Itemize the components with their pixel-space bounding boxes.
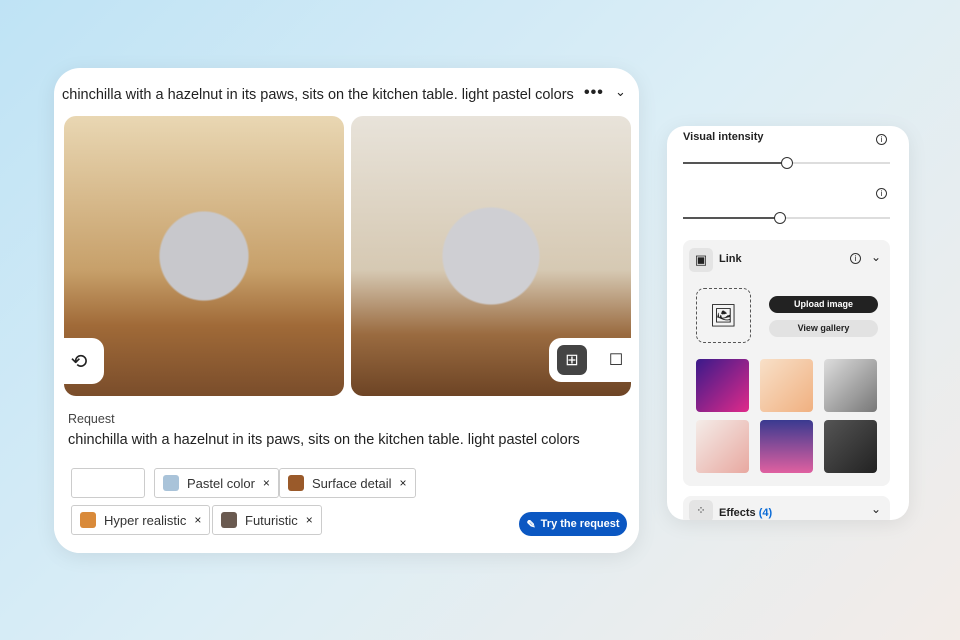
info-icon[interactable]: i (850, 253, 861, 264)
secondary-slider[interactable] (683, 212, 890, 224)
remove-icon[interactable]: × (400, 476, 407, 490)
grid-view-icon[interactable]: ⊞ (557, 345, 587, 375)
single-view-icon[interactable]: ☐ (601, 345, 631, 375)
chevron-down-icon[interactable]: ⌄ (615, 84, 626, 100)
try-request-label: Try the request (540, 518, 620, 530)
link-section: ▣ Link i ⌄ 🖼 Upload image View gallery (683, 240, 890, 486)
gallery-thumbnail[interactable] (760, 420, 813, 473)
generated-image-1[interactable] (64, 116, 344, 396)
tag-label: Pastel color (187, 475, 255, 491)
tag-surface-detail[interactable]: Surface detail × (279, 468, 416, 498)
chevron-down-icon[interactable]: ⌄ (871, 502, 881, 516)
tag-thumbnail (163, 475, 179, 491)
tag-hyper-realistic[interactable]: Hyper realistic × (71, 505, 211, 535)
gallery-thumbnail[interactable] (696, 359, 749, 412)
tag-pastel-color[interactable]: Pastel color × (154, 468, 279, 498)
gallery-thumbnail[interactable] (760, 359, 813, 412)
prompt-card: chinchilla with a hazelnut in its paws, … (54, 68, 639, 553)
try-request-button[interactable]: ✎ Try the request (519, 512, 627, 536)
slider-thumb[interactable] (780, 157, 793, 169)
remove-icon[interactable]: × (306, 513, 313, 527)
request-label: Request (68, 412, 115, 426)
view-switcher: ⊞ ☐ (549, 338, 639, 382)
tag-label: Futuristic (245, 512, 298, 528)
image-drop-zone[interactable]: 🖼 (696, 288, 751, 343)
effects-count: (4) (758, 507, 773, 519)
gallery-thumbnail[interactable] (696, 420, 749, 473)
visual-intensity-slider[interactable] (683, 157, 890, 169)
remove-icon[interactable]: × (263, 476, 270, 490)
tag-thumbnail (80, 512, 96, 528)
info-icon[interactable]: i (876, 188, 887, 199)
empty-tag-slot[interactable] (71, 468, 145, 498)
tag-futuristic[interactable]: Futuristic × (212, 505, 322, 535)
remove-icon[interactable]: × (194, 513, 201, 527)
chevron-down-icon[interactable]: ⌄ (871, 250, 881, 264)
tag-label: Hyper realistic (104, 512, 187, 528)
slider-thumb[interactable] (774, 212, 787, 224)
history-icon[interactable]: ⟲ (54, 338, 104, 384)
view-gallery-button[interactable]: View gallery (769, 320, 878, 337)
image-link-icon: ▣ (689, 248, 713, 272)
tag-thumbnail (288, 475, 304, 491)
effects-icon: ⁘ (689, 500, 713, 520)
info-icon[interactable]: i (876, 134, 887, 145)
settings-panel: Visual intensity i i ▣ Link i ⌄ 🖼 Upload… (667, 126, 909, 520)
request-text: chinchilla with a hazelnut in its paws, … (68, 432, 580, 448)
gallery-thumbnail[interactable] (824, 359, 877, 412)
sparkle-edit-icon: ✎ (526, 518, 536, 531)
prompt-title: chinchilla with a hazelnut in its paws, … (62, 87, 574, 103)
effects-label: Effects (719, 507, 756, 519)
request-panel: Request chinchilla with a hazelnut in it… (54, 400, 639, 553)
tag-label: Surface detail (312, 475, 392, 491)
link-label: Link (719, 253, 742, 265)
effects-section[interactable]: ⁘ Effects (4) ⌄ (683, 496, 890, 520)
upload-image-button[interactable]: Upload image (769, 296, 878, 313)
gallery-thumbnail[interactable] (824, 420, 877, 473)
more-options-icon[interactable]: ••• (584, 84, 604, 102)
tag-thumbnail (221, 512, 237, 528)
visual-intensity-label: Visual intensity (683, 131, 764, 143)
